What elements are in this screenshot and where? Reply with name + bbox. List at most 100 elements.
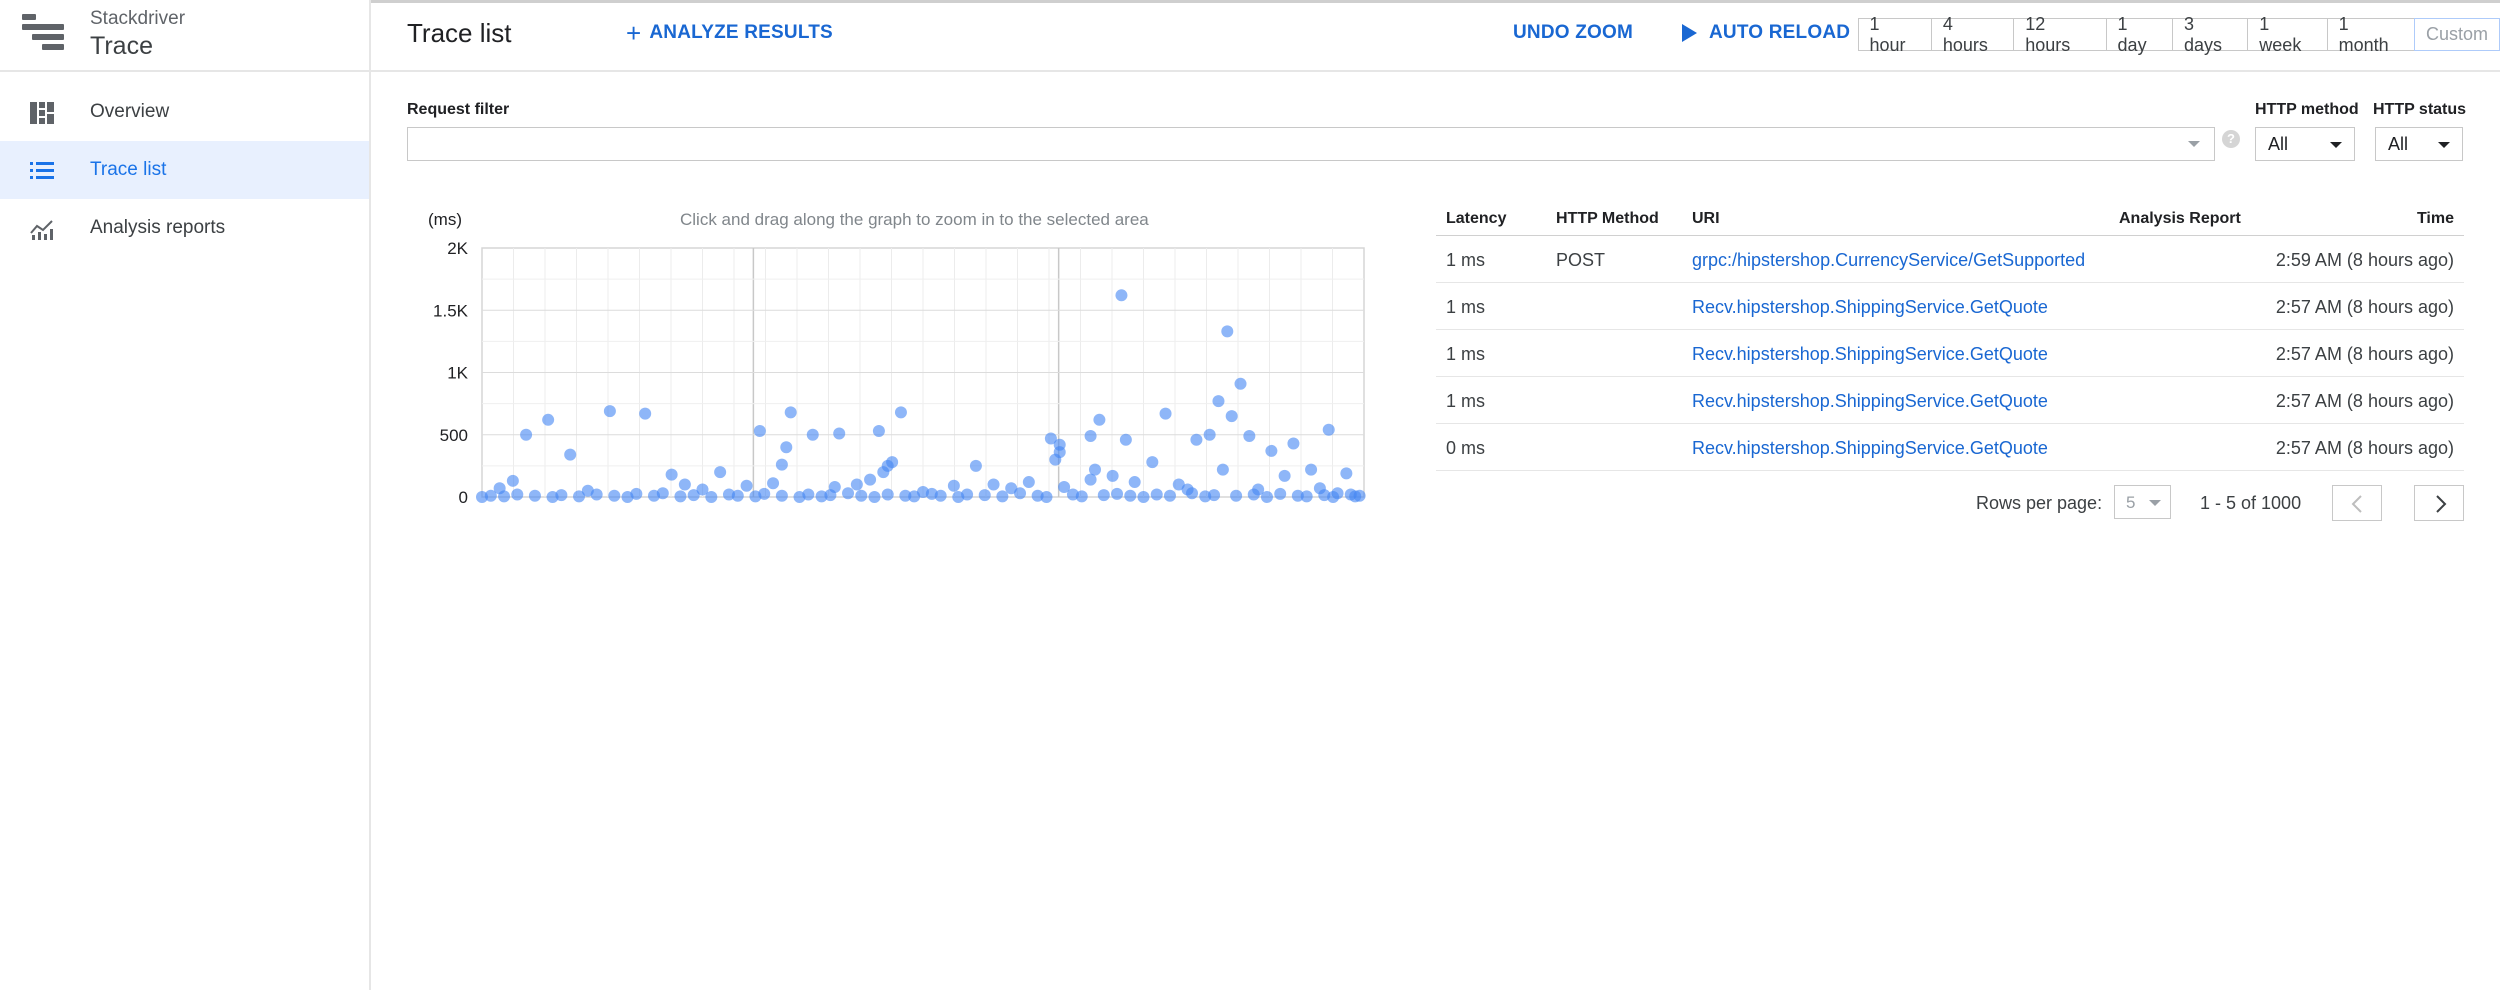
data-point: [1075, 490, 1088, 503]
data-point: [1305, 463, 1318, 476]
request-filter-label: Request filter: [407, 101, 510, 118]
data-point: [1221, 325, 1234, 338]
undo-zoom-button[interactable]: UNDO ZOOM: [1513, 22, 1633, 44]
column-header-analysis-report[interactable]: Analysis Report: [2119, 210, 2241, 228]
table-row[interactable]: 1 ms Recv.hipstershop.ShippingService.Get…: [1436, 330, 2464, 377]
data-point: [1022, 476, 1035, 489]
cell-uri[interactable]: Recv.hipstershop.ShippingService.GetQuot…: [1692, 297, 2048, 318]
data-point: [886, 456, 899, 469]
data-point: [824, 489, 837, 502]
sidebar-item-overview[interactable]: Overview: [0, 83, 369, 141]
data-point: [850, 478, 863, 491]
analytics-icon: [30, 220, 53, 240]
data-point: [1260, 491, 1273, 503]
table-row[interactable]: 1 ms Recv.hipstershop.ShippingService.Get…: [1436, 283, 2464, 330]
y-tick-label: 500: [440, 426, 468, 445]
data-point: [833, 427, 846, 440]
request-filter-input[interactable]: [407, 127, 2215, 161]
range-12-hours[interactable]: 12 hours: [2013, 14, 2108, 55]
data-point: [1216, 463, 1229, 476]
data-point: [714, 466, 727, 479]
chevron-down-icon: [2330, 142, 2342, 148]
data-point: [687, 489, 700, 502]
data-point: [806, 428, 819, 441]
data-point: [1124, 489, 1137, 502]
column-header-http-method[interactable]: HTTP Method: [1556, 210, 1659, 228]
range-custom[interactable]: Custom: [2413, 18, 2500, 51]
column-header-latency[interactable]: Latency: [1446, 210, 1506, 228]
data-point: [1186, 487, 1199, 500]
data-point: [987, 478, 1000, 491]
http-method-select[interactable]: All: [2255, 127, 2355, 161]
rows-per-page-label: Rows per page:: [1976, 493, 2103, 513]
column-header-uri[interactable]: URI: [1692, 210, 1720, 228]
data-point: [753, 425, 766, 438]
rows-per-page-select[interactable]: 5: [2114, 485, 2171, 519]
data-point: [1340, 467, 1353, 480]
cell-uri[interactable]: Recv.hipstershop.ShippingService.GetQuot…: [1692, 391, 2048, 412]
data-point: [1287, 437, 1300, 450]
data-point: [934, 489, 947, 502]
data-point: [1208, 489, 1221, 502]
sidebar-item-analysis-reports[interactable]: Analysis reports: [0, 199, 369, 257]
auto-reload-button[interactable]: AUTO RELOAD: [1682, 22, 1850, 44]
list-icon: [30, 162, 54, 179]
data-point: [1115, 289, 1128, 302]
cell-method: POST: [1556, 250, 1606, 270]
range-1-day[interactable]: 1 day: [2105, 14, 2174, 55]
scatter-plot[interactable]: 2K 1.5K 1K 500 0: [400, 200, 1380, 520]
help-icon[interactable]: ?: [2222, 130, 2240, 148]
data-point: [802, 488, 815, 501]
column-header-time[interactable]: Time: [2417, 210, 2454, 228]
data-point: [1053, 446, 1066, 459]
cell-uri[interactable]: Recv.hipstershop.ShippingService.GetQuot…: [1692, 438, 2048, 459]
http-status-select[interactable]: All: [2375, 127, 2463, 161]
data-point: [630, 487, 643, 500]
data-point: [1093, 413, 1106, 426]
cell-uri[interactable]: grpc:/hipstershop.CurrencyService/GetSup…: [1692, 250, 2085, 271]
data-point: [855, 489, 868, 502]
range-3-days[interactable]: 3 days: [2171, 14, 2249, 55]
time-range-selector: 1 hour 4 hours 12 hours 1 day 3 days 1 w…: [1857, 14, 2500, 55]
data-point: [564, 448, 577, 461]
data-point: [1150, 488, 1163, 501]
data-point: [1040, 491, 1053, 503]
table-row[interactable]: 1 ms Recv.hipstershop.ShippingService.Get…: [1436, 377, 2464, 424]
data-point: [520, 428, 533, 441]
analyze-results-label: ANALYZE RESULTS: [649, 22, 833, 43]
data-point: [969, 459, 982, 472]
range-1-hour[interactable]: 1 hour: [1857, 14, 1933, 55]
data-point: [740, 479, 753, 492]
data-point: [639, 407, 652, 420]
data-point: [1322, 423, 1335, 436]
plus-icon: +: [626, 18, 642, 48]
latency-chart[interactable]: (ms) Click and drag along the graph to z…: [400, 200, 1380, 520]
previous-page-button[interactable]: [2332, 485, 2382, 521]
undo-zoom-label: UNDO ZOOM: [1513, 22, 1634, 43]
range-4-hours[interactable]: 4 hours: [1930, 14, 2015, 55]
data-point: [1084, 429, 1097, 442]
data-point: [1097, 489, 1110, 502]
page-title: Trace list: [407, 18, 512, 48]
range-1-week[interactable]: 1 week: [2247, 14, 2329, 55]
product-name: Trace: [90, 32, 153, 60]
data-point: [868, 491, 881, 503]
chevron-down-icon[interactable]: [2188, 141, 2200, 147]
range-1-month[interactable]: 1 month: [2326, 14, 2416, 55]
sidebar-item-trace-list[interactable]: Trace list: [0, 141, 369, 199]
data-point: [1163, 489, 1176, 502]
table-row[interactable]: 0 ms Recv.hipstershop.ShippingService.Get…: [1436, 424, 2464, 471]
data-point: [1230, 489, 1243, 502]
data-point: [528, 489, 541, 502]
cell-latency: 1 ms: [1446, 344, 1486, 364]
trace-table: Latency HTTP Method URI Analysis Report …: [1436, 200, 2464, 471]
analyze-results-button[interactable]: + ANALYZE RESULTS: [626, 18, 833, 48]
next-page-button[interactable]: [2414, 485, 2464, 521]
rows-per-page-value: 5: [2126, 493, 2136, 512]
data-point: [590, 488, 603, 501]
cell-uri[interactable]: Recv.hipstershop.ShippingService.GetQuot…: [1692, 344, 2048, 365]
sidebar-item-label: Overview: [90, 101, 170, 122]
dashboard-icon: [30, 102, 54, 124]
table-row[interactable]: 1 ms POST grpc:/hipstershop.CurrencyServic…: [1436, 236, 2464, 283]
sidebar-item-label: Trace list: [90, 159, 167, 180]
